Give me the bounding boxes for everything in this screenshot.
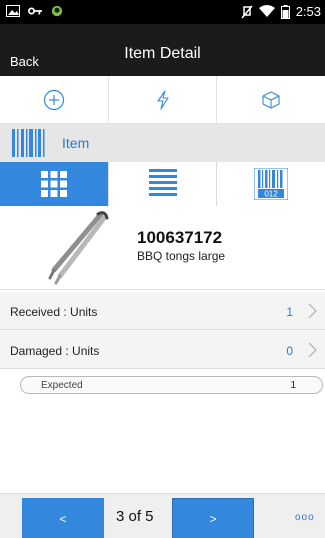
wifi-icon	[258, 5, 275, 17]
damaged-units-value: 0	[286, 344, 293, 358]
status-left-icons	[6, 5, 64, 17]
barcode-view-icon: 012	[254, 168, 289, 200]
expected-label: Expected	[41, 380, 83, 391]
title-bar: Back Item Detail	[0, 24, 325, 76]
status-bar: 2:53	[0, 0, 325, 24]
mute-icon	[241, 5, 253, 18]
expected-field: Expected 1	[20, 376, 323, 394]
add-icon	[43, 89, 64, 110]
tab-list-view[interactable]	[109, 162, 218, 206]
action-bar	[0, 76, 325, 124]
barcode-icon	[12, 129, 45, 157]
prev-button[interactable]: <	[22, 498, 104, 538]
barcode-caption: 012	[264, 190, 278, 199]
android-icon	[51, 5, 63, 17]
expected-value: 1	[290, 380, 296, 391]
status-time: 2:53	[295, 4, 321, 19]
tongs-image	[34, 208, 120, 286]
page-indicator: 3 of 5	[116, 508, 154, 525]
item-section-header: Item	[0, 124, 325, 162]
page-title: Item Detail	[124, 45, 201, 62]
more-options-button[interactable]: ooo	[295, 512, 315, 523]
quick-action-button[interactable]	[109, 76, 218, 123]
package-button[interactable]	[217, 76, 325, 123]
tab-barcode-view[interactable]: 012	[217, 162, 325, 206]
received-units-label: Received : Units	[10, 305, 98, 319]
add-button[interactable]	[0, 76, 109, 123]
battery-icon	[280, 4, 290, 19]
lightning-icon	[156, 89, 169, 110]
tab-grid-view[interactable]	[0, 162, 109, 206]
key-icon	[28, 7, 42, 15]
status-right-icons: 2:53	[241, 4, 321, 19]
damaged-units-row[interactable]: Damaged : Units 0	[0, 331, 325, 369]
cube-icon	[262, 90, 280, 109]
damaged-units-label: Damaged : Units	[10, 344, 100, 358]
received-units-row[interactable]: Received : Units 1	[0, 292, 325, 330]
item-number: 100637172	[137, 228, 223, 247]
item-description: BBQ tongs large	[137, 249, 226, 263]
footer-nav: < 3 of 5 > ooo	[0, 493, 325, 538]
chevron-right-icon	[308, 342, 317, 358]
list-view-icon	[148, 169, 177, 196]
received-units-value: 1	[286, 305, 293, 319]
image-icon	[6, 5, 20, 17]
next-button[interactable]: >	[172, 498, 254, 538]
view-tabs: 012	[0, 162, 325, 206]
item-section-label: Item	[62, 135, 90, 151]
item-detail: 100637172 BBQ tongs large	[0, 206, 325, 290]
chevron-right-icon	[308, 303, 317, 319]
grid-view-icon	[40, 171, 67, 197]
